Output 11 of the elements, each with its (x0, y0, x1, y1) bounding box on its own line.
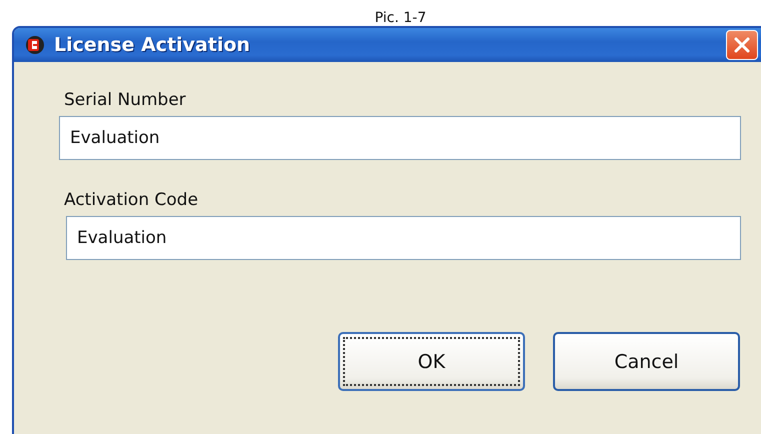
window-title: License Activation (54, 34, 252, 56)
field-label: Serial Number (64, 90, 187, 110)
close-icon (733, 36, 751, 54)
text-field[interactable]: Evaluation (59, 116, 741, 160)
close-button[interactable] (726, 30, 758, 60)
field-label: Activation Code (64, 190, 200, 210)
cancel-button[interactable]: Cancel (553, 332, 740, 391)
figure-caption: Pic. 1-7 (374, 9, 428, 26)
text-field[interactable]: Evaluation (66, 216, 741, 260)
ok-button[interactable]: OK (338, 332, 525, 391)
app-logo-icon (24, 34, 46, 56)
